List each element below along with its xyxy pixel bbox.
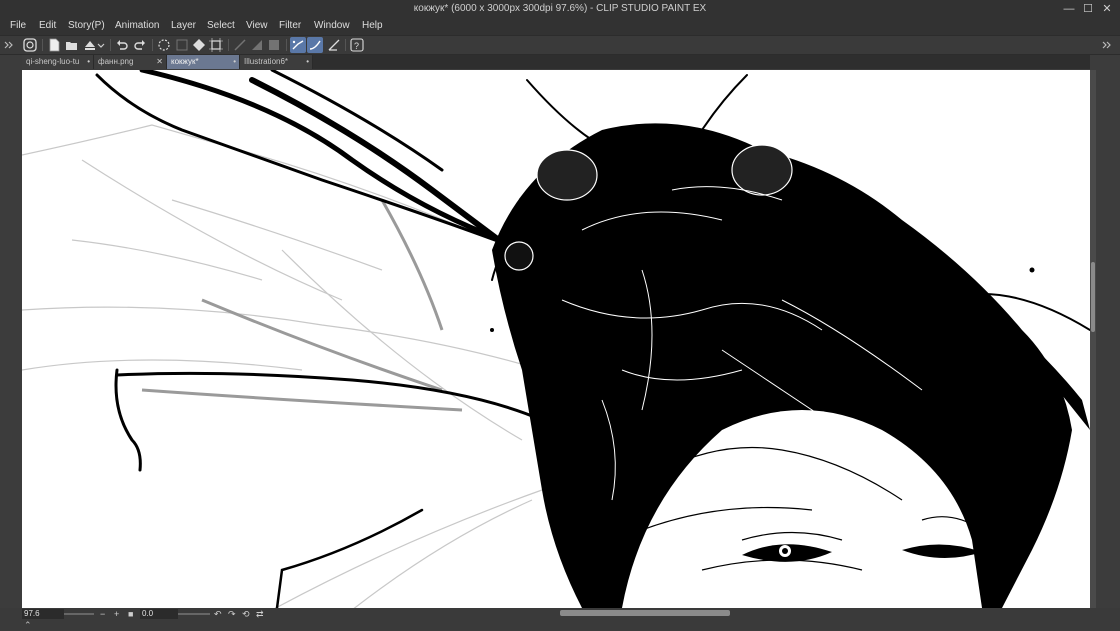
select-all-icon[interactable]	[174, 37, 190, 53]
close-window-button[interactable]: ✕	[1100, 2, 1114, 16]
help-icon[interactable]: ?	[349, 37, 365, 53]
tab-modified-dot[interactable]: •	[87, 55, 90, 69]
snap-ruler-icon[interactable]	[232, 37, 248, 53]
zoom-slider[interactable]	[64, 613, 94, 615]
toolbar-divider	[42, 39, 43, 51]
vertical-scrollbar[interactable]	[1090, 70, 1096, 608]
tab-label: кокжук*	[171, 57, 199, 66]
panel-expand-icon[interactable]	[1100, 37, 1116, 53]
tab-close-icon[interactable]: ✕	[156, 55, 163, 69]
left-panel-strip	[0, 55, 22, 615]
rotate-left-icon[interactable]: ↶	[214, 608, 222, 620]
menu-layer[interactable]: Layer	[171, 20, 196, 31]
stabilization-icon[interactable]	[290, 37, 306, 53]
panel-collapse-icon[interactable]	[2, 37, 18, 53]
tab-label: фанн.png	[98, 57, 134, 66]
tab-kokzhuk[interactable]: кокжук* •	[167, 55, 240, 69]
perspective-ruler-icon[interactable]	[326, 37, 342, 53]
command-bar: ?	[0, 35, 1120, 55]
stabilization-curve-icon[interactable]	[307, 37, 323, 53]
tab-label: Illustration6*	[244, 57, 289, 66]
maximize-button[interactable]: ☐	[1081, 2, 1095, 16]
minimize-button[interactable]: —	[1062, 2, 1076, 16]
zoom-in-button[interactable]: +	[114, 608, 119, 620]
menu-view[interactable]: View	[246, 20, 268, 31]
menu-help[interactable]: Help	[362, 20, 383, 31]
clear-icon[interactable]	[156, 37, 172, 53]
menu-file[interactable]: File	[10, 20, 26, 31]
tab-illustration6[interactable]: Illustration6* •	[240, 55, 313, 69]
tab-qi-sheng[interactable]: qi-sheng-luo-tu •	[22, 55, 94, 69]
toolbar-divider	[286, 39, 287, 51]
transform-icon[interactable]	[208, 37, 224, 53]
window-title: кокжук* (6000 x 3000px 300dpi 97.6%) - C…	[413, 3, 707, 14]
snap-special-icon[interactable]	[249, 37, 265, 53]
menu-window[interactable]: Window	[314, 20, 350, 31]
clip-studio-icon[interactable]	[22, 37, 38, 53]
drawing-canvas[interactable]	[22, 70, 1090, 608]
svg-text:?: ?	[354, 41, 359, 51]
menu-animation[interactable]: Animation	[115, 20, 159, 31]
document-tabs: qi-sheng-luo-tu • фанн.png ✕ кокжук* • I…	[22, 55, 1092, 69]
flip-icon[interactable]: ⇄	[256, 608, 264, 620]
zoom-input[interactable]: 97.6	[22, 609, 64, 619]
rotate-right-icon[interactable]: ↷	[228, 608, 236, 620]
title-bar: кокжук* (6000 x 3000px 300dpi 97.6%) - C…	[0, 0, 1120, 18]
vertical-scroll-thumb[interactable]	[1091, 262, 1095, 332]
snap-grid-icon[interactable]	[266, 37, 282, 53]
menu-edit[interactable]: Edit	[39, 20, 56, 31]
tab-modified-dot[interactable]: •	[306, 55, 309, 69]
chevron-down-icon[interactable]	[96, 37, 106, 53]
reset-rotation-icon[interactable]: ⟲	[242, 608, 250, 620]
menu-select[interactable]: Select	[207, 20, 235, 31]
menu-filter[interactable]: Filter	[279, 20, 301, 31]
zoom-out-button[interactable]: −	[100, 608, 105, 620]
status-bar: 97.6 − + ■ 0.0 ↶ ↷ ⟲ ⇄ ⌃	[0, 608, 1120, 630]
panel-handle-icon[interactable]: ⌃	[24, 620, 32, 631]
toolbar-divider	[228, 39, 229, 51]
redo-icon[interactable]	[132, 37, 148, 53]
fill-icon[interactable]	[191, 37, 207, 53]
tab-fann-png[interactable]: фанн.png ✕	[94, 55, 167, 69]
menu-story[interactable]: Story(P)	[68, 20, 105, 31]
tab-label: qi-sheng-luo-tu	[26, 57, 80, 66]
artwork	[22, 70, 1090, 608]
horizontal-scroll-thumb[interactable]	[560, 610, 730, 616]
toolbar-divider	[110, 39, 111, 51]
tab-modified-dot[interactable]: •	[233, 55, 236, 69]
toolbar-divider	[345, 39, 346, 51]
toolbar-divider	[152, 39, 153, 51]
rotation-slider[interactable]	[178, 613, 210, 615]
menu-bar: File Edit Story(P) Animation Layer Selec…	[0, 18, 1120, 35]
new-file-icon[interactable]	[46, 37, 62, 53]
fit-view-icon[interactable]: ■	[128, 608, 133, 620]
open-file-icon[interactable]	[64, 37, 80, 53]
undo-icon[interactable]	[114, 37, 130, 53]
rotation-input[interactable]: 0.0	[140, 609, 178, 619]
